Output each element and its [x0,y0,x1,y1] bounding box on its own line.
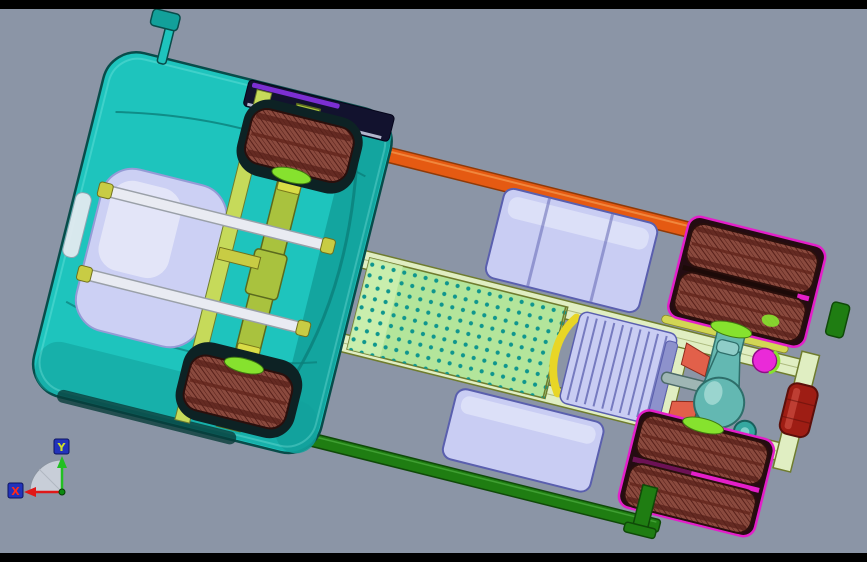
cad-window: X Y [0,0,867,562]
letterbox-top [0,0,867,9]
rod-end [75,264,93,283]
x-axis-label: X [11,485,20,498]
triad-origin [58,488,66,496]
y-axis-label: Y [57,441,67,454]
cad-viewport[interactable]: X Y [0,0,867,562]
rod-end [96,181,114,200]
letterbox-bottom [0,553,867,562]
